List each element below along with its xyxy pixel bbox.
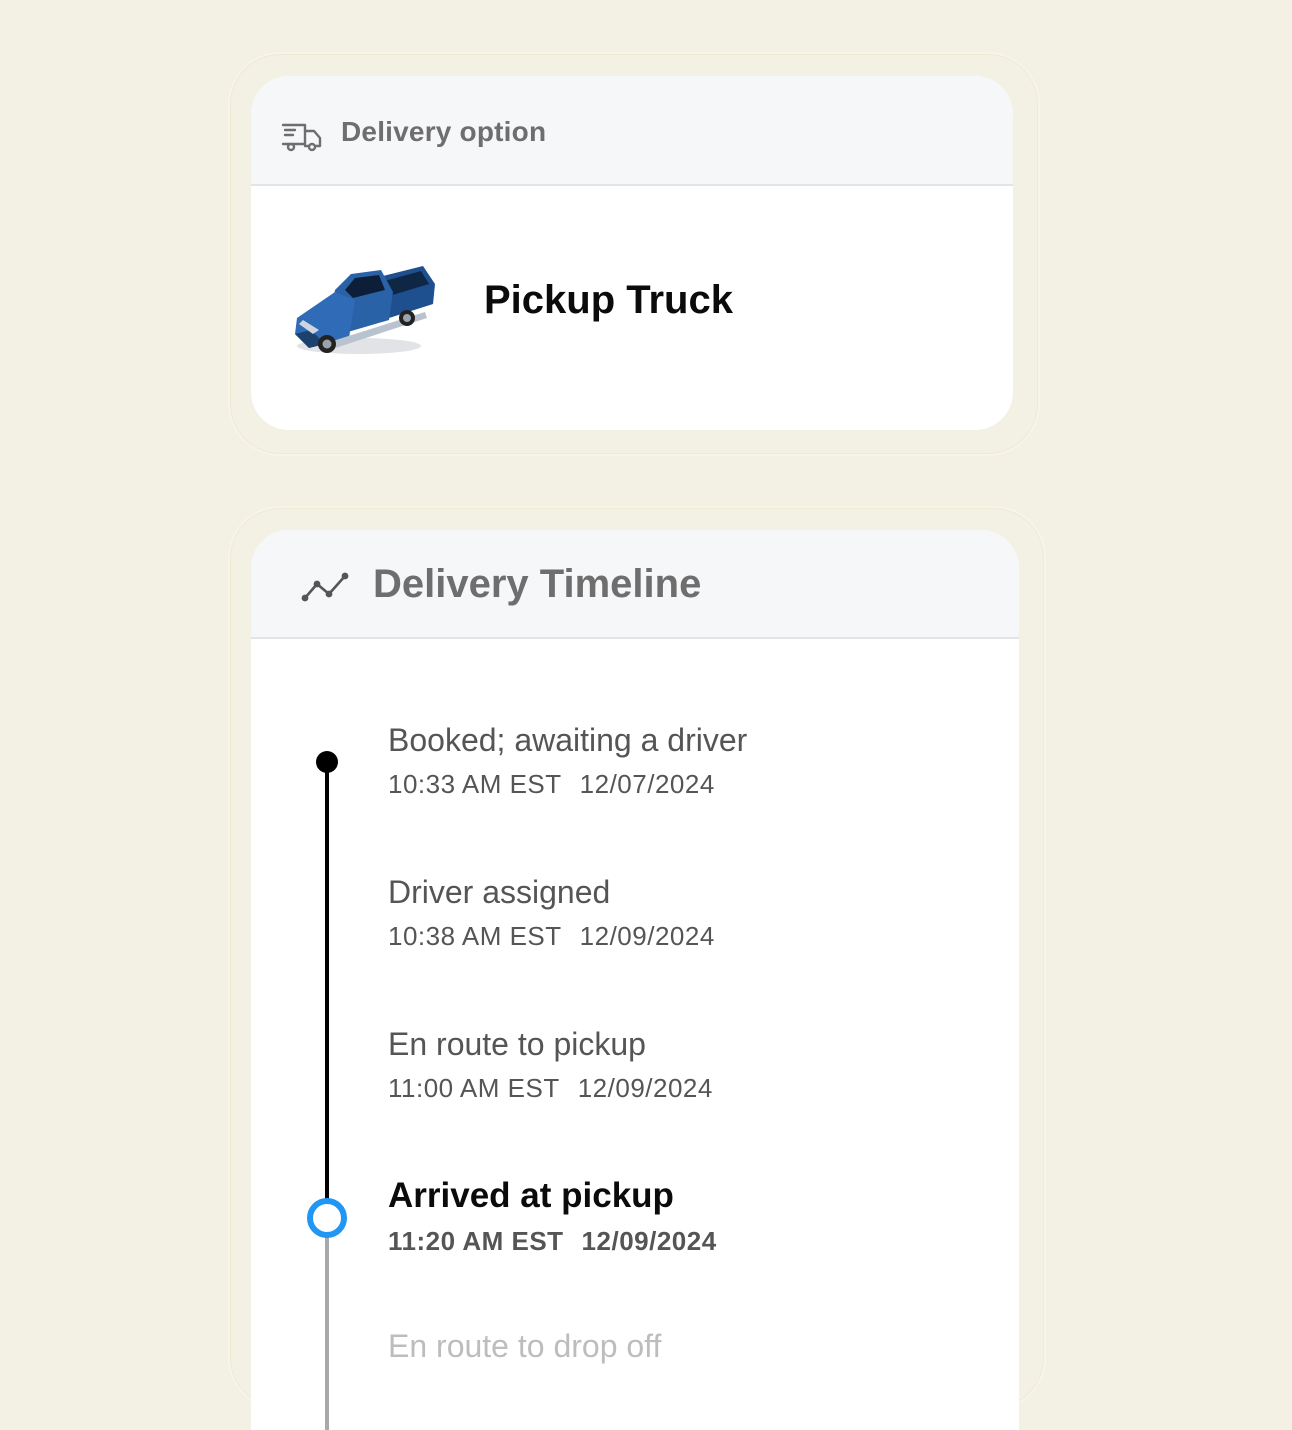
timeline-event-time: 11:00 AM EST — [388, 1073, 560, 1103]
timeline-event-title: Booked; awaiting a driver — [388, 722, 748, 758]
timeline-event-time: 10:33 AM EST — [388, 769, 562, 799]
timeline-pending-line — [325, 1236, 329, 1430]
timeline-event-title: Arrived at pickup — [388, 1176, 674, 1215]
delivery-timeline-card: Delivery Timeline Booked; awaiting a dri… — [251, 530, 1019, 1430]
timeline-event-driver-assigned: Driver assigned 10:38 AM EST 12/09/2024 — [388, 874, 715, 952]
truck-icon — [281, 123, 322, 152]
delivery-option-title: Delivery option — [341, 116, 547, 147]
timeline-event-timestamp: 10:33 AM EST 12/07/2024 — [388, 769, 747, 800]
timeline-event-time: 10:38 AM EST — [388, 921, 562, 951]
timeline-event-title: Driver assigned — [388, 874, 611, 910]
timeline-event-en-route-pickup: En route to pickup 11:00 AM EST 12/09/202… — [388, 1026, 713, 1104]
timeline-event-date: 12/09/2024 — [579, 921, 715, 951]
timeline-event-date: 12/07/2024 — [579, 769, 715, 799]
timeline-event-arrived-pickup: Arrived at pickup 11:20 AM EST 12/09/2024 — [388, 1176, 717, 1257]
delivery-timeline-title: Delivery Timeline — [373, 562, 702, 606]
vehicle-name: Pickup Truck — [484, 278, 733, 322]
timeline-event-timestamp: 11:20 AM EST 12/09/2024 — [388, 1226, 717, 1257]
timeline-chart-icon — [301, 572, 349, 602]
timeline-event-booked: Booked; awaiting a driver 10:33 AM EST 12… — [388, 722, 747, 800]
timeline-event-timestamp: 10:38 AM EST 12/09/2024 — [388, 921, 715, 952]
timeline-completed-line — [325, 762, 329, 1218]
timeline-event-title: En route to drop off — [388, 1328, 662, 1364]
timeline-event-time: 11:20 AM EST — [388, 1226, 564, 1256]
timeline-current-step-marker — [307, 1198, 347, 1238]
pickup-truck-image — [295, 266, 435, 354]
timeline-event-en-route-dropoff: En route to drop off — [388, 1328, 661, 1365]
delivery-option-card: Delivery option Pickup Truck — [251, 76, 1013, 430]
timeline-event-date: 12/09/2024 — [581, 1226, 717, 1256]
delivery-option-header: Delivery option — [251, 76, 1013, 186]
timeline-event-timestamp: 11:00 AM EST 12/09/2024 — [388, 1073, 713, 1104]
timeline-start-dot — [316, 751, 338, 773]
timeline-event-date: 12/09/2024 — [577, 1073, 713, 1103]
timeline-event-title: En route to pickup — [388, 1026, 646, 1062]
delivery-timeline-header: Delivery Timeline — [251, 530, 1019, 639]
